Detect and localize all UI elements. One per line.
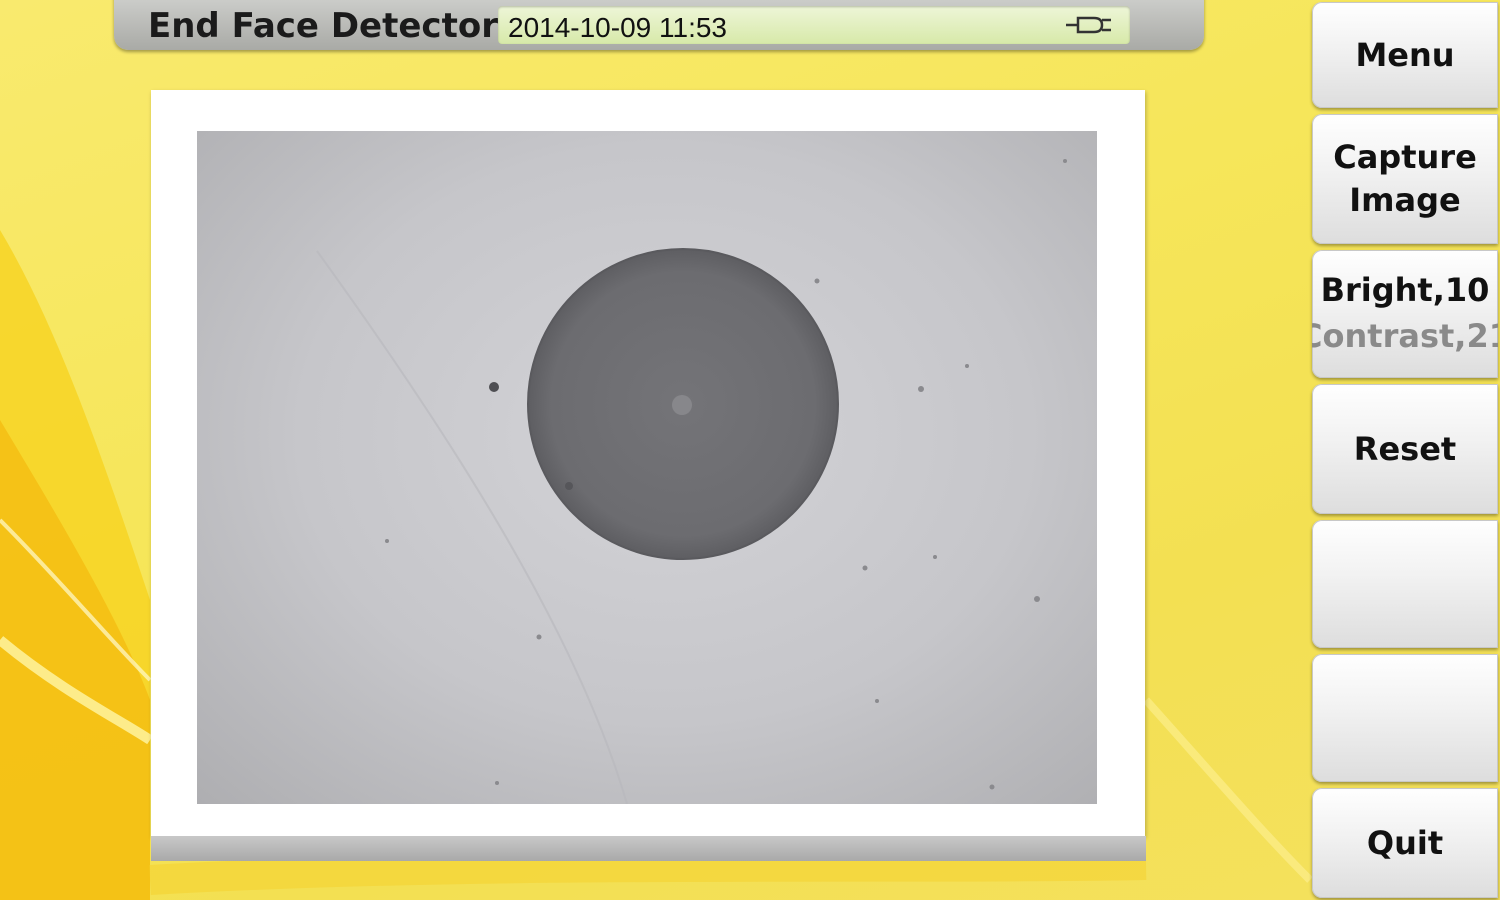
blank-button-1[interactable] <box>1312 520 1498 648</box>
contrast-label: Contrast,21 <box>1312 316 1498 355</box>
plug-icon <box>1066 16 1111 34</box>
datetime-display: 2014-10-09 11:53 <box>508 12 727 43</box>
capture-button-label-line1: Capture <box>1333 138 1477 176</box>
status-field: 2014-10-09 11:53 <box>498 6 1130 44</box>
capture-image-button[interactable]: Capture Image <box>1312 114 1498 244</box>
viewer-base <box>151 836 1146 861</box>
side-button-panel: Menu Capture Image Bright,10 Contrast,21… <box>1312 0 1500 900</box>
image-viewer-frame <box>151 90 1145 836</box>
title-bar: End Face Detector 2014-10-09 11:53 <box>114 0 1204 50</box>
app-title: End Face Detector <box>148 6 498 46</box>
quit-button-label: Quit <box>1366 823 1444 862</box>
quit-button[interactable]: Quit <box>1312 788 1498 898</box>
fiber-end-face-image <box>316 159 1067 804</box>
menu-button[interactable]: Menu <box>1312 2 1498 108</box>
menu-button-label: Menu <box>1355 35 1455 74</box>
capture-button-label-line2: Image <box>1349 181 1461 219</box>
brightness-label: Bright,10 <box>1320 270 1490 309</box>
live-view <box>197 131 1097 804</box>
blank-button-2[interactable] <box>1312 654 1498 782</box>
brightness-contrast-button[interactable]: Bright,10 Contrast,21 <box>1312 250 1498 378</box>
reset-button-label: Reset <box>1353 429 1457 468</box>
reset-button[interactable]: Reset <box>1312 384 1498 514</box>
